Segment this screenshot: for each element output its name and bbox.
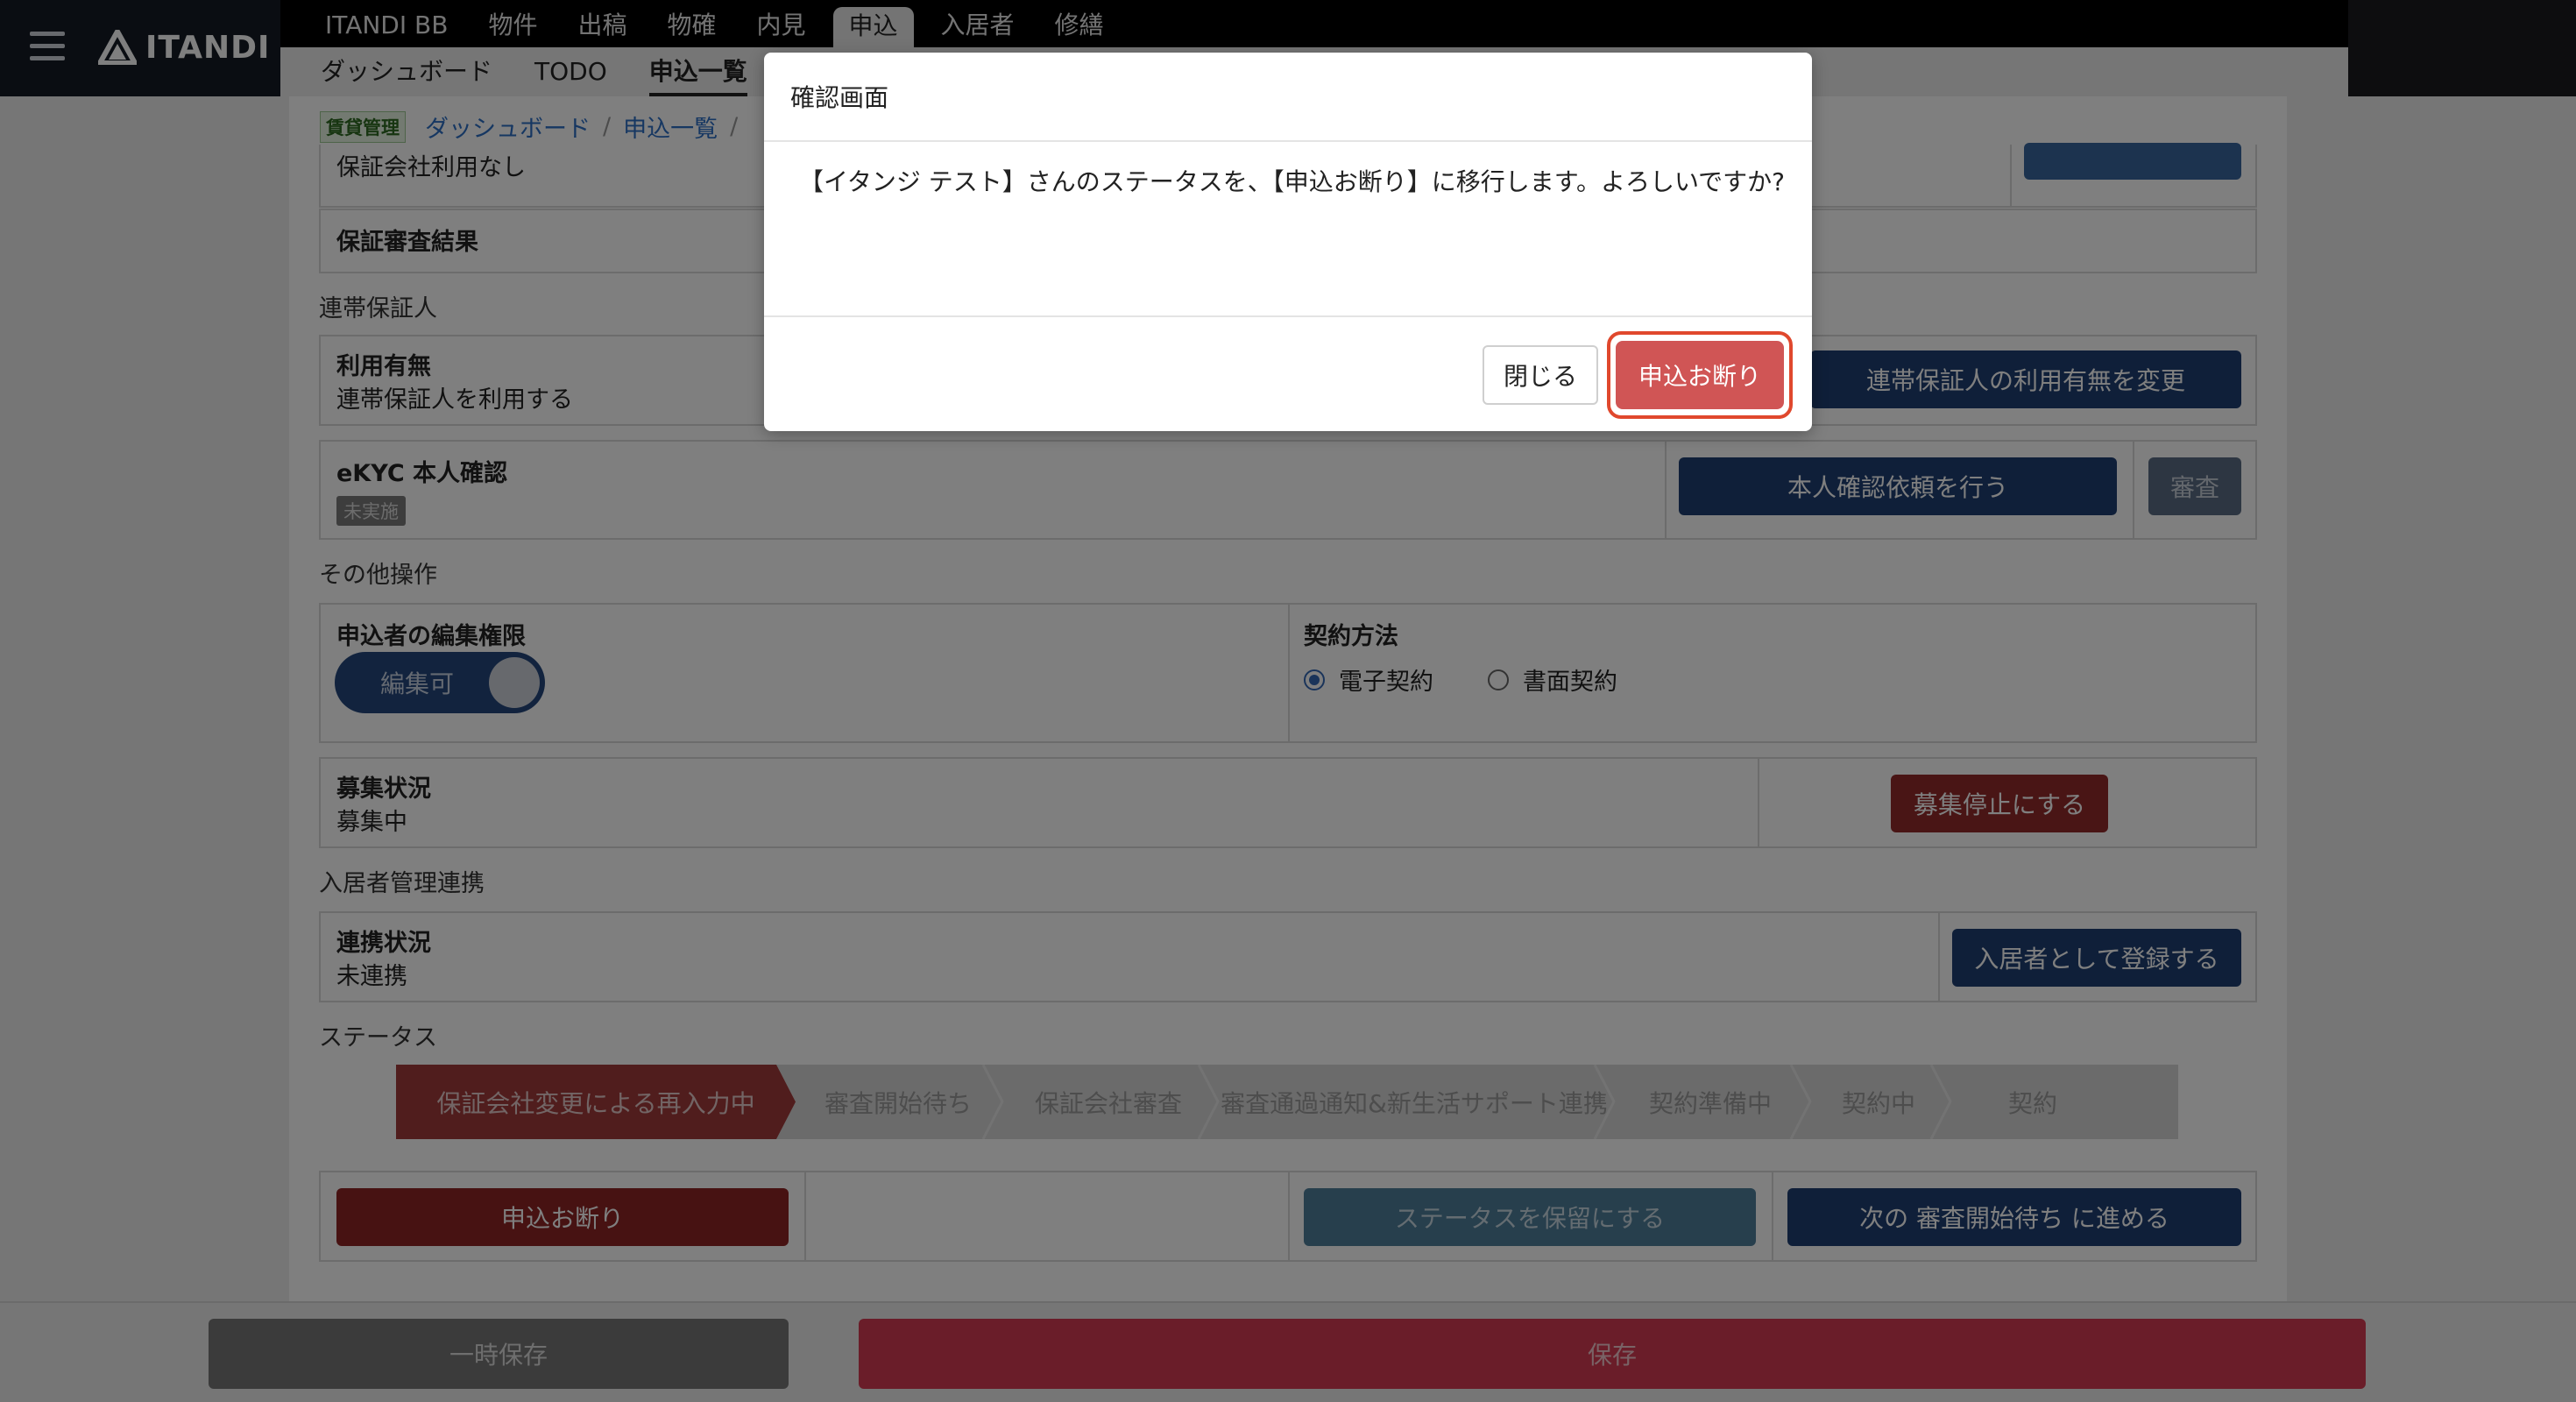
dialog-divider (764, 140, 1812, 142)
dialog-confirm-decline-button[interactable]: 申込お断り (1616, 341, 1784, 409)
confirm-dialog: 確認画面 【イタンジ テスト】さんのステータスを、【申込お断り】に移行します。よ… (764, 53, 1812, 431)
dialog-message: 【イタンジ テスト】さんのステータスを、【申込お断り】に移行します。よろしいです… (799, 167, 1786, 196)
dialog-close-button[interactable]: 閉じる (1483, 345, 1598, 405)
dialog-divider (764, 315, 1812, 317)
dialog-title: 確認画面 (790, 83, 889, 112)
